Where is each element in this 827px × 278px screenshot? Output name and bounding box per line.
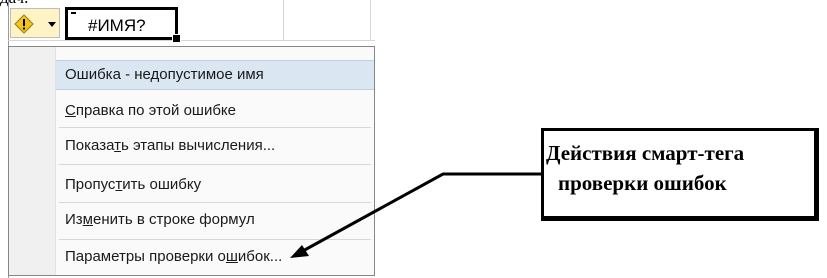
menu-item-show-calc-steps[interactable]: Показать этапы вычисления... <box>56 131 374 161</box>
cell-value: #ИМЯ? <box>88 16 146 35</box>
menu-item-edit-in-formula-bar[interactable]: Изменить в строке формул <box>56 205 374 235</box>
text-fragment: дач. <box>0 0 28 8</box>
error-smart-tag-button[interactable] <box>10 8 60 38</box>
dropdown-arrow-icon <box>48 22 56 27</box>
smart-tag-menu: Ошибка - недопустимое имя Справка по это… <box>8 46 375 276</box>
menu-item-error-checking-options[interactable]: Параметры проверки ошибок... <box>56 242 374 272</box>
menu-divider <box>59 202 371 203</box>
menu-icon-gutter <box>9 47 55 275</box>
menu-divider <box>59 127 371 128</box>
fill-handle[interactable] <box>172 34 181 43</box>
grid-row-line <box>8 40 375 41</box>
menu-divider <box>59 239 371 240</box>
error-indicator-corner <box>71 12 76 14</box>
menu-item-ignore-error[interactable]: Пропустить ошибку <box>56 170 374 200</box>
callout-line-1: Действия смарт-тега <box>546 141 745 165</box>
active-cell[interactable]: #ИМЯ? <box>65 7 181 43</box>
menu-header-error-type: Ошибка - недопустимое имя <box>56 60 374 90</box>
grid-col-line <box>370 0 371 40</box>
callout-line-2: проверки ошибок <box>558 171 727 195</box>
grid-col-line <box>283 0 284 40</box>
callout-box: Действия смарт-тега проверки ошибок <box>541 128 819 221</box>
warning-diamond-icon <box>14 14 34 34</box>
menu-item-help-on-error[interactable]: Справка по этой ошибке <box>56 96 374 126</box>
menu-divider <box>59 164 371 165</box>
